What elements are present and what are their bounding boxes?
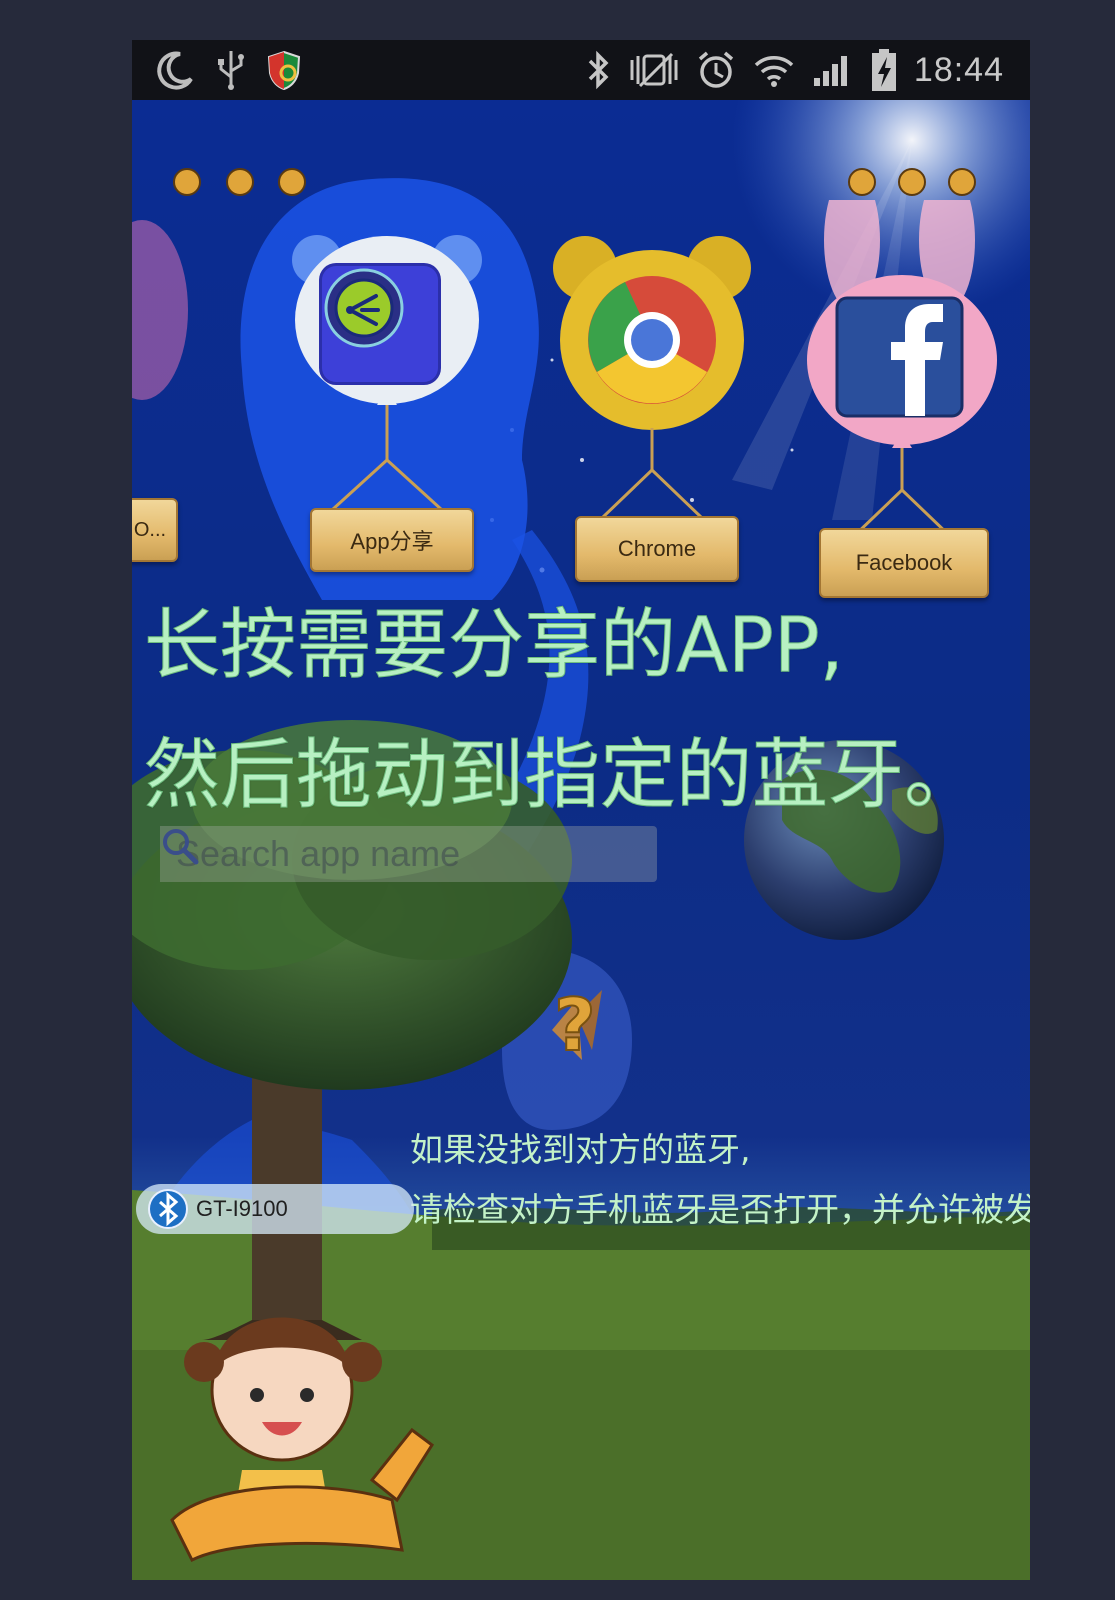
- bluetooth-device-icon: [148, 1189, 188, 1229]
- phone-screen: 18:44 O... App分享 Chrome Facebook 长按需要分享的…: [132, 40, 1030, 1580]
- vibrate-icon: [628, 52, 680, 88]
- instruction-line-1: 长按需要分享的APP,: [144, 600, 845, 690]
- moon-icon: [154, 49, 196, 91]
- share-icon[interactable]: [322, 266, 438, 382]
- shield-icon: [266, 49, 302, 91]
- hint-line-1: 如果没找到对方的蓝牙,: [410, 1130, 751, 1169]
- app-label-partial: O...: [132, 498, 178, 562]
- svg-text:?: ?: [554, 983, 596, 1067]
- app-label-share: App分享: [310, 508, 474, 572]
- wifi-icon: [752, 51, 796, 89]
- app-item-chrome[interactable]: Chrome: [547, 200, 757, 600]
- app-label-chrome: Chrome: [575, 516, 739, 582]
- alarm-icon: [696, 50, 736, 90]
- hint-line-2: 请检查对方手机蓝牙是否打开，并允许被发现。: [410, 1190, 1030, 1229]
- signal-icon: [812, 52, 854, 88]
- battery-icon: [870, 48, 898, 92]
- clock: 18:44: [913, 50, 1004, 89]
- status-bar: 18:44: [132, 40, 1030, 100]
- help-icon: ?: [553, 982, 597, 1068]
- search-icon: [163, 829, 199, 865]
- device-name: GT-I9100: [196, 1196, 288, 1221]
- search-bar: [160, 826, 657, 882]
- app-item-facebook[interactable]: Facebook: [797, 200, 1007, 620]
- usb-icon: [216, 49, 246, 91]
- app-label-facebook: Facebook: [819, 528, 989, 598]
- app-item-share[interactable]: App分享: [282, 190, 492, 590]
- help-button[interactable]: ?: [502, 940, 642, 1140]
- bluetooth-icon: [584, 50, 612, 90]
- launcher-background: O... App分享 Chrome Facebook 长按需要分享的APP, 然…: [132, 100, 1030, 1580]
- bluetooth-device-item[interactable]: GT-I9100: [136, 1184, 414, 1234]
- instruction-line-2: 然后拖动到指定的蓝牙。: [144, 730, 981, 820]
- search-input[interactable]: [160, 826, 657, 882]
